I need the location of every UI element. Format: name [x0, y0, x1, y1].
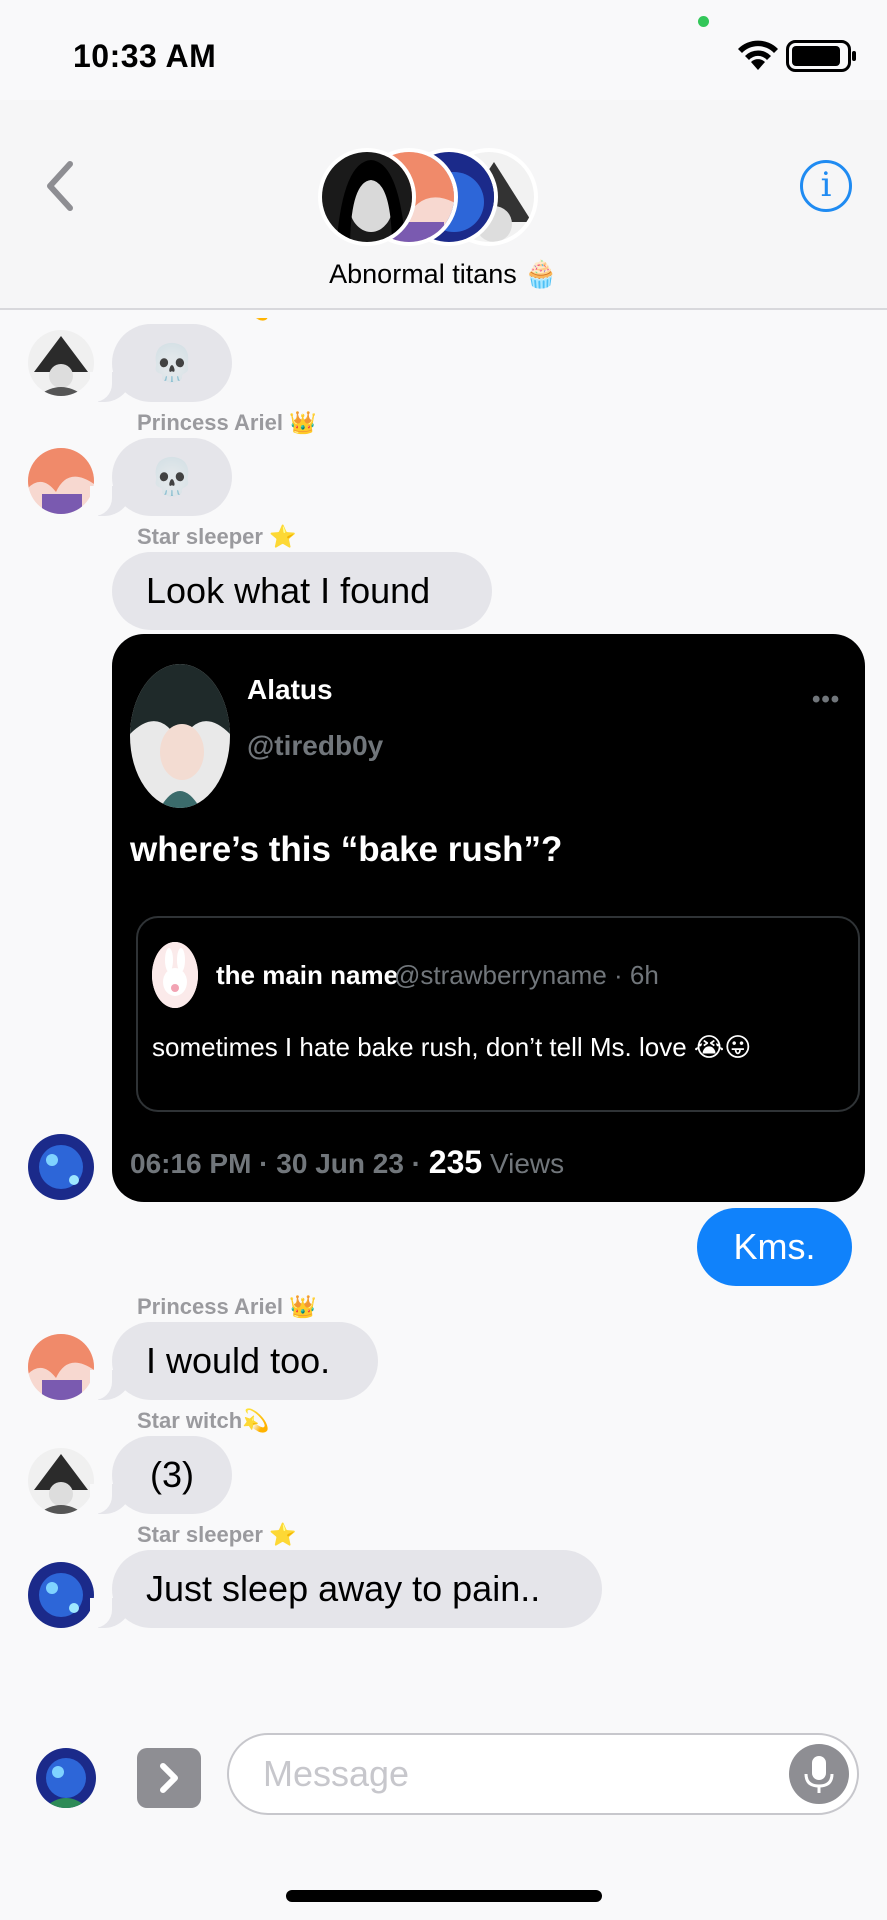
message-input[interactable]: Message	[227, 1733, 859, 1815]
message-bubble[interactable]: Just sleep away to pain..	[90, 1550, 602, 1628]
group-name[interactable]: Abnormal titans 🧁	[0, 258, 887, 290]
microphone-button[interactable]	[789, 1744, 849, 1804]
tweet-views-count: 235	[428, 1144, 483, 1180]
member-avatar-dark	[318, 148, 416, 246]
avatar-star-witch	[28, 1448, 94, 1514]
chevron-right-icon	[160, 1763, 178, 1793]
quoted-author-handle: @strawberryname · 6h	[394, 960, 659, 990]
message-bubble[interactable]: (3)	[90, 1436, 232, 1514]
avatar-princess-ariel	[28, 448, 94, 514]
sender-name: Star witch💫	[137, 1408, 270, 1433]
avatar-princess-ariel	[28, 1334, 94, 1400]
sender-name: Star sleeper ⭐️	[137, 1522, 297, 1547]
wifi-icon	[738, 40, 778, 70]
message-text: Look what I found	[146, 570, 431, 611]
message-bubble[interactable]: 💀	[90, 324, 232, 402]
quoted-author-name: the main name	[216, 960, 399, 990]
message-text: 💀	[149, 456, 195, 497]
tweet-meta: 06:16 PM · 30 Jun 23 · 235 Views	[130, 1144, 564, 1181]
back-chevron-icon[interactable]	[40, 158, 80, 214]
tweet-screenshot[interactable]: Alatus @tiredb0y ••• where’s this “bake …	[112, 634, 865, 1202]
tweet-timestamp: 06:16 PM · 30 Jun 23 ·	[130, 1148, 429, 1179]
camera-indicator-dot	[698, 16, 709, 27]
microphone-icon	[804, 1756, 834, 1793]
message-text: I would too.	[146, 1340, 331, 1381]
battery-icon	[786, 40, 856, 72]
status-time: 10:33 AM	[73, 38, 217, 74]
more-options-icon: •••	[812, 686, 841, 713]
message-text: (3)	[150, 1454, 194, 1495]
sender-name: Princess Ariel 👑	[137, 410, 317, 435]
quoted-author-avatar	[152, 942, 198, 1008]
message-bubble[interactable]: I would too.	[90, 1322, 378, 1400]
quoted-tweet: the main name @strawberryname · 6h somet…	[136, 916, 860, 1112]
message-text: Kms.	[733, 1226, 816, 1267]
message-text: Just sleep away to pain..	[146, 1568, 541, 1609]
tweet-author-avatar	[130, 664, 230, 808]
sender-name: Princess Ariel 👑	[137, 1294, 317, 1319]
info-button[interactable]: i	[800, 160, 852, 212]
message-bubble[interactable]: Look what I found	[112, 552, 492, 630]
group-avatar-stack[interactable]	[318, 148, 538, 248]
home-indicator	[286, 1890, 602, 1902]
quoted-tweet-text: sometimes I hate bake rush, don’t tell M…	[152, 1032, 752, 1062]
avatar-star-sleeper	[28, 1134, 94, 1200]
tweet-author-name: Alatus	[247, 674, 333, 705]
sender-name: Star sleeper ⭐️	[137, 524, 297, 549]
tweet-author-handle: @tiredb0y	[247, 730, 384, 761]
message-text: 💀	[149, 342, 195, 383]
message-bubble[interactable]: 💀	[90, 438, 232, 516]
apps-button[interactable]	[137, 1748, 201, 1808]
own-avatar[interactable]	[36, 1748, 96, 1808]
tweet-text: where’s this “bake rush”?	[130, 830, 563, 869]
tweet-views-label: Views	[482, 1148, 565, 1179]
avatar-star-sleeper	[28, 1562, 94, 1628]
avatar-star-witch	[28, 330, 94, 396]
outgoing-message-bubble[interactable]: Kms.	[697, 1208, 852, 1286]
